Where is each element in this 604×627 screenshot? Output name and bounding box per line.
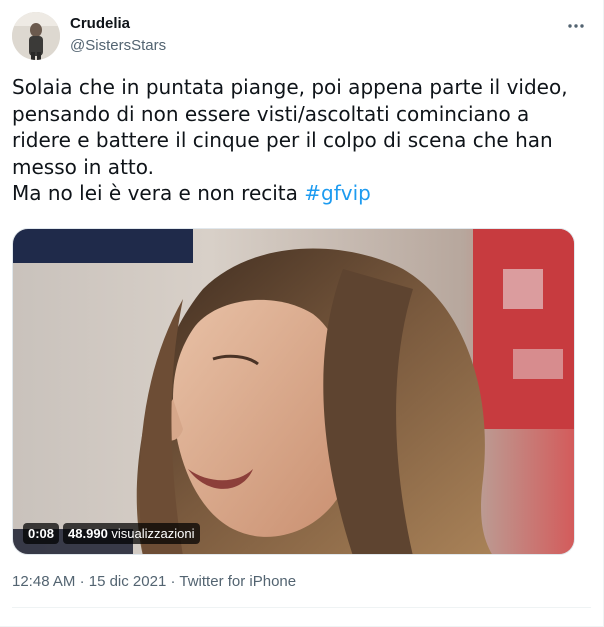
more-options-button[interactable] xyxy=(564,14,588,38)
video-overlay: 0:08 48.990 visualizzazioni xyxy=(23,523,200,544)
video-views: 48.990 visualizzazioni xyxy=(63,523,200,544)
author-display-name[interactable]: Crudelia xyxy=(70,14,166,34)
tweet-metadata: 12:48 AM · 15 dic 2021 · Twitter for iPh… xyxy=(12,572,296,592)
avatar-image xyxy=(12,12,60,60)
video-duration: 0:08 xyxy=(23,523,60,544)
tweet-text-line: pensando di non essere visti/ascoltati c… xyxy=(12,101,530,126)
tweet-text: Solaia che in puntata piange, poi appena… xyxy=(12,74,592,207)
divider xyxy=(12,607,591,608)
hashtag-link[interactable]: #gfvip xyxy=(304,181,371,205)
tweet-text-last-line: Ma no lei è vera e non recita #gfvip xyxy=(12,180,592,207)
tweet-text-line: messo in atto. xyxy=(12,154,154,179)
meta-separator: · xyxy=(79,573,85,590)
author-handle[interactable]: @SistersStars xyxy=(70,36,166,56)
video-views-label: visualizzazioni xyxy=(111,526,195,541)
tweet-text-line: ridere e battere il cinque per il colpo … xyxy=(12,128,553,152)
meta-separator: · xyxy=(170,573,176,590)
tweet-time[interactable]: 12:48 AM xyxy=(12,573,75,590)
tweet-header: Crudelia @SistersStars xyxy=(12,12,592,60)
tweet-source[interactable]: Twitter for iPhone xyxy=(179,573,296,590)
tweet-card: Crudelia @SistersStars Solaia che in pun… xyxy=(0,0,604,627)
video-player[interactable]: 0:08 48.990 visualizzazioni xyxy=(12,228,575,555)
video-thumbnail xyxy=(13,229,574,554)
profile-avatar[interactable] xyxy=(12,12,60,60)
more-dots-icon xyxy=(568,24,584,28)
tweet-text-fragment: Ma no lei è vera e non recita xyxy=(12,181,305,205)
video-views-count: 48.990 xyxy=(68,526,108,541)
author-names: Crudelia @SistersStars xyxy=(70,14,166,56)
tweet-text-line: Solaia che in puntata piange, poi appena… xyxy=(12,75,568,99)
tweet-date[interactable]: 15 dic 2021 xyxy=(89,573,167,590)
